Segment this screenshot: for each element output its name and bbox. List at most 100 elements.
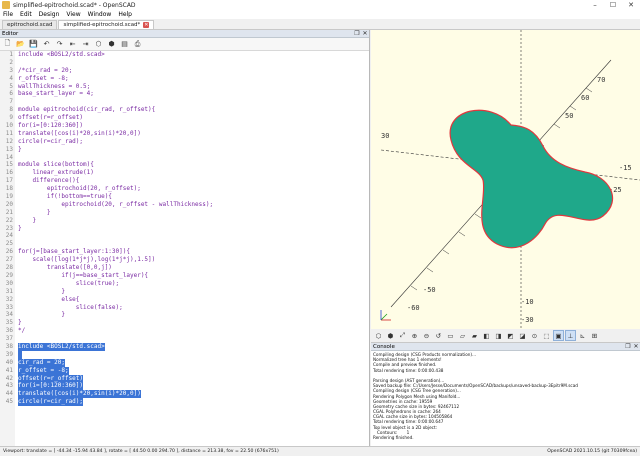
new-file-icon[interactable]: 🗋	[2, 39, 13, 50]
minimize-button[interactable]: –	[586, 0, 604, 10]
code-text[interactable]: for(j=[base_start_layer:1:30]){	[18, 248, 130, 256]
code-line[interactable]: 42 offset(r=r_offset)	[0, 374, 370, 383]
code-line[interactable]: 38 include <BOSL2/std.scad>	[0, 342, 370, 351]
show-scale-icon[interactable]: ⊾	[577, 330, 588, 341]
menu-design[interactable]: Design	[39, 11, 60, 18]
code-text[interactable]: }	[18, 311, 65, 319]
code-text[interactable]: include <BOSL2/std.scad>	[18, 342, 105, 351]
code-text[interactable]: module slice(bottom){	[18, 161, 94, 169]
menu-help[interactable]: Help	[118, 11, 132, 18]
code-line[interactable]: 10 for(i=[0:120:360])	[0, 122, 370, 130]
code-line[interactable]: 43 for(i=[0:120:360])	[0, 382, 370, 391]
code-line[interactable]: 26 for(j=[base_start_layer:1:30]){	[0, 248, 370, 256]
view-back-icon[interactable]: ◩	[505, 330, 516, 341]
show-edges-icon[interactable]: ⊞	[589, 330, 600, 341]
code-line[interactable]: 12 circle(r=cir_rad);	[0, 138, 370, 146]
render-view-icon[interactable]: ⬢	[385, 330, 396, 341]
code-text[interactable]: epitrochoid(20, r_offset - wallThickness…	[18, 201, 213, 209]
float-panel-icon[interactable]: ❐	[353, 30, 361, 37]
code-line[interactable]: 30 slice(true);	[0, 280, 370, 288]
view-right-icon[interactable]: ▭	[445, 330, 456, 341]
code-text[interactable]: /*cir_rad = 20;	[18, 67, 72, 75]
code-line[interactable]: 39	[0, 350, 370, 359]
close-button[interactable]: ✕	[622, 0, 640, 10]
view-bottom-icon[interactable]: ▰	[469, 330, 480, 341]
close-panel-icon[interactable]: ✕	[361, 30, 369, 37]
code-text[interactable]: translate([cos(i)*20,sin(i)*20,0])	[18, 390, 141, 399]
code-line[interactable]: 21 }	[0, 209, 370, 217]
code-line[interactable]: 8 module epitrochoid(cir_rad, r_offset){	[0, 106, 370, 114]
redo-icon[interactable]: ↷	[54, 39, 65, 50]
code-text[interactable]: }	[18, 288, 65, 296]
code-text[interactable]: }	[18, 217, 36, 225]
export-stl-icon[interactable]: ▤	[119, 39, 130, 50]
code-line[interactable]: 4 r_offset = -8;	[0, 75, 370, 83]
code-text[interactable]: base_start_layer = 4;	[18, 90, 94, 98]
code-line[interactable]: 19 if(!bottom==true){	[0, 193, 370, 201]
undo-icon[interactable]: ↶	[41, 39, 52, 50]
code-line[interactable]: 44 translate([cos(i)*20,sin(i)*20,0])	[0, 390, 370, 399]
code-line[interactable]: 20 epitrochoid(20, r_offset - wallThickn…	[0, 201, 370, 209]
code-text[interactable]: if(!bottom==true){	[18, 193, 112, 201]
view-diagonal-icon[interactable]: ◪	[517, 330, 528, 341]
code-text[interactable]: include <BOSL2/std.scad>	[18, 51, 105, 59]
orthogonal-icon[interactable]: ▣	[553, 330, 564, 341]
code-line[interactable]: 22 }	[0, 217, 370, 225]
view-top-icon[interactable]: ▱	[457, 330, 468, 341]
code-text[interactable]: scale([log(1*j*j),log(1*j*j),1.5])	[18, 256, 155, 264]
code-line[interactable]: 32 else{	[0, 296, 370, 304]
zoom-out-icon[interactable]: ⊖	[421, 330, 432, 341]
unindent-icon[interactable]: ⇤	[67, 39, 78, 50]
code-line[interactable]: 25	[0, 240, 370, 248]
indent-icon[interactable]: ⇥	[80, 39, 91, 50]
perspective-icon[interactable]: ⬚	[541, 330, 552, 341]
code-line[interactable]: 40 cir_rad = 20;	[0, 358, 370, 367]
code-line[interactable]: 6 base_start_layer = 4;	[0, 90, 370, 98]
code-text[interactable]: offset(r=r_offset)	[18, 374, 84, 383]
code-line[interactable]: 2	[0, 59, 370, 67]
3d-viewport[interactable]: 70 60 50 -15 -25 30 -50 -60 -10 -30	[371, 30, 640, 329]
code-text[interactable]: for(i=[0:120:360])	[18, 382, 84, 391]
code-text[interactable]: }	[18, 146, 22, 154]
code-line[interactable]: 16 linear_extrude(1)	[0, 169, 370, 177]
view-front-icon[interactable]: ◨	[493, 330, 504, 341]
code-line[interactable]: 17 difference(){	[0, 177, 370, 185]
code-line[interactable]: 45 circle(r=cir_rad);	[0, 398, 370, 407]
code-line[interactable]: 31 }	[0, 288, 370, 296]
code-text[interactable]: }	[18, 209, 51, 217]
code-line[interactable]: 23}	[0, 225, 370, 233]
code-line[interactable]: 35}	[0, 319, 370, 327]
code-text[interactable]: slice(true);	[18, 280, 119, 288]
code-editor[interactable]: 1 include <BOSL2/std.scad> 2 3 /*cir_rad = 2…	[0, 51, 370, 446]
code-text[interactable]	[18, 350, 22, 359]
code-text[interactable]: else{	[18, 296, 79, 304]
open-file-icon[interactable]: 📂	[15, 39, 26, 50]
code-line[interactable]: 13}	[0, 146, 370, 154]
code-text[interactable]: wallThickness = 0.5;	[18, 83, 90, 91]
close-panel-icon[interactable]: ✕	[632, 343, 640, 350]
code-line[interactable]: 11 translate([cos(i)*20,sin(i)*20,0])	[0, 130, 370, 138]
code-line[interactable]: 18 epitrochoid(20, r_offset);	[0, 185, 370, 193]
menu-file[interactable]: File	[3, 11, 13, 18]
menu-view[interactable]: View	[66, 11, 80, 18]
view-center-icon[interactable]: ⊙	[529, 330, 540, 341]
code-line[interactable]: 33 slice(false);	[0, 304, 370, 312]
code-line[interactable]: 7	[0, 98, 370, 106]
code-line[interactable]: 14	[0, 154, 370, 162]
code-text[interactable]: }	[18, 319, 22, 327]
menu-window[interactable]: Window	[88, 11, 112, 18]
code-text[interactable]: circle(r=cir_rad);	[18, 138, 83, 146]
code-text[interactable]: }	[18, 225, 22, 233]
view-left-icon[interactable]: ◧	[481, 330, 492, 341]
code-line[interactable]: 28 translate([0,0,j])	[0, 264, 370, 272]
code-line[interactable]: 1 include <BOSL2/std.scad>	[0, 51, 370, 59]
tab-epitrochoid[interactable]: epitrochoid.scad	[2, 20, 58, 29]
code-text[interactable]: translate([0,0,j])	[18, 264, 112, 272]
code-line[interactable]: 29 if(j==base_start_layer){	[0, 272, 370, 280]
code-text[interactable]: circle(r=cir_rad);	[18, 398, 84, 407]
code-text[interactable]: module epitrochoid(cir_rad, r_offset){	[18, 106, 155, 114]
send-to-print-icon[interactable]: ⎙	[132, 39, 143, 50]
code-text[interactable]: */	[18, 327, 25, 335]
code-text[interactable]: difference(){	[18, 177, 79, 185]
code-line[interactable]: 3 /*cir_rad = 20;	[0, 67, 370, 75]
